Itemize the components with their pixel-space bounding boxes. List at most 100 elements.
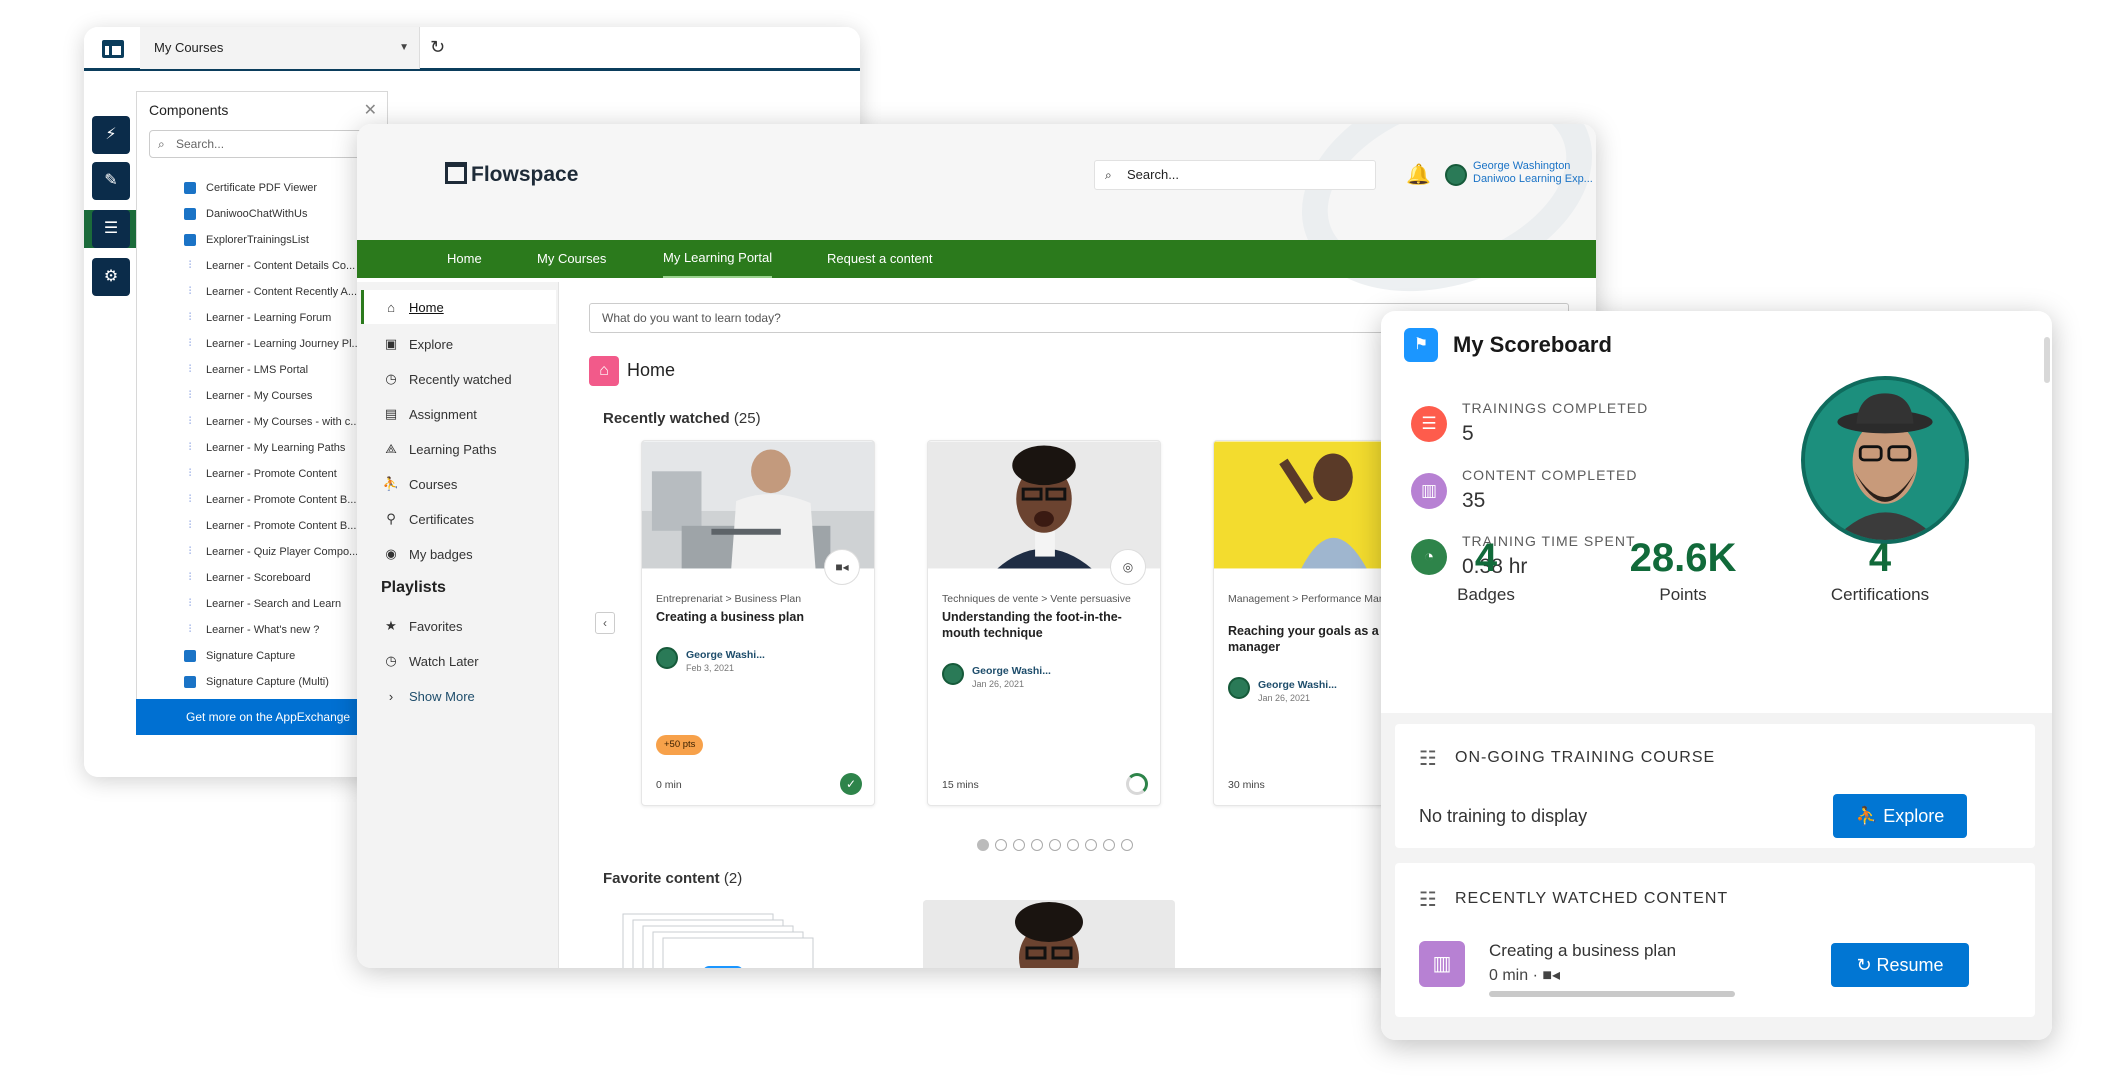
carousel-dot[interactable] bbox=[1013, 839, 1025, 851]
recently-watched-title: Recently watched bbox=[603, 410, 730, 427]
certifications-count: 4 bbox=[1868, 536, 1892, 580]
card-title[interactable]: Understanding the foot-in-the-mouth tech… bbox=[942, 609, 1147, 641]
nav-request-content[interactable]: Request a content bbox=[827, 240, 933, 278]
brand-logo[interactable]: Flowspace bbox=[445, 162, 578, 187]
points-label: Points bbox=[1659, 585, 1707, 604]
carousel-dot[interactable] bbox=[995, 839, 1007, 851]
carousel-dot[interactable] bbox=[977, 839, 989, 851]
scrollbar[interactable] bbox=[2044, 337, 2050, 383]
bars-icon: ⫶ bbox=[188, 494, 192, 505]
carousel-dot[interactable] bbox=[1049, 839, 1061, 851]
navigation-icon[interactable]: ☰ bbox=[84, 210, 138, 248]
avatar bbox=[1801, 376, 1969, 544]
recent-item-title[interactable]: Creating a business plan bbox=[1489, 941, 1676, 961]
check-icon: ✓ bbox=[840, 773, 862, 795]
bars-icon: ⫶ bbox=[188, 442, 192, 453]
sidebar-item-learning-paths[interactable]: ⟁ Learning Paths bbox=[381, 439, 496, 459]
card-author[interactable]: George Washi... bbox=[1258, 679, 1337, 691]
list-icon: ☷ bbox=[1419, 748, 1437, 770]
card-author[interactable]: George Washi... bbox=[972, 665, 1051, 677]
components-title: Components bbox=[149, 102, 229, 118]
content-card[interactable]: ◎ Techniques de vente > Vente persuasive… bbox=[927, 440, 1161, 806]
brand-logo-text: Flowspace bbox=[471, 163, 579, 186]
favorite-thumbnail[interactable] bbox=[923, 900, 1175, 968]
playlists-heading: Playlists bbox=[381, 579, 446, 596]
recently-watched-count: (25) bbox=[733, 410, 761, 427]
bars-icon: ⫶ bbox=[188, 546, 192, 557]
scoreboard-title: My Scoreboard bbox=[1453, 332, 1612, 357]
explore-button-label: Explore bbox=[1883, 806, 1945, 826]
appexchange-link[interactable]: Get more on the AppExchange bbox=[136, 699, 388, 735]
sidebar-item-home[interactable]: ⌂ Home bbox=[361, 290, 556, 324]
refresh-icon[interactable]: ↻ bbox=[430, 37, 445, 58]
carousel-dot[interactable] bbox=[1031, 839, 1043, 851]
sidebar-item-label: Assignment bbox=[409, 406, 477, 422]
global-search-input[interactable]: ⌕ Search... bbox=[1094, 160, 1376, 190]
close-icon[interactable]: ✕ bbox=[364, 100, 377, 120]
separator-dot: · bbox=[1532, 967, 1543, 984]
builder-toolbar: My Courses ▼ ↻ bbox=[84, 27, 860, 71]
bell-icon[interactable]: 🔔 bbox=[1406, 162, 1431, 187]
carousel-dot[interactable] bbox=[1067, 839, 1079, 851]
card-date: Jan 26, 2021 bbox=[972, 679, 1025, 689]
sidebar-item-label: Explore bbox=[409, 336, 454, 352]
sidebar-item-recently-watched[interactable]: ◷ Recently watched bbox=[381, 369, 511, 389]
nav-my-courses[interactable]: My Courses bbox=[537, 240, 606, 278]
resume-icon: ↻ bbox=[1856, 955, 1877, 975]
user-menu[interactable]: George Washington Daniwoo Learning Exp..… bbox=[1473, 160, 1595, 186]
content-icon: ▥ bbox=[1419, 941, 1465, 987]
bars-icon: ⫶ bbox=[188, 312, 192, 323]
stat-label: CONTENT COMPLETED bbox=[1462, 467, 1638, 483]
resume-button[interactable]: ↻ Resume bbox=[1831, 943, 1969, 987]
component-label: Learner - Promote Content B... bbox=[206, 520, 357, 532]
show-more-link[interactable]: › Show More bbox=[381, 686, 475, 706]
sidebar-item-assignment[interactable]: ▤ Assignment bbox=[381, 404, 477, 424]
component-label: Learner - Content Recently A... bbox=[206, 286, 358, 298]
sidebar-item-label: Home bbox=[409, 299, 444, 315]
lightning-icon bbox=[184, 182, 196, 194]
learning-paths-icon: ⟁ bbox=[385, 441, 397, 456]
web-icon: ◎ bbox=[1110, 549, 1146, 585]
carousel-pagination bbox=[977, 838, 1139, 856]
carousel-dot[interactable] bbox=[1103, 839, 1115, 851]
card-author[interactable]: George Washi... bbox=[686, 649, 765, 661]
carousel-dot[interactable] bbox=[1085, 839, 1097, 851]
learn-search-placeholder: What do you want to learn today? bbox=[602, 311, 781, 325]
explore-button[interactable]: ⛹ Explore bbox=[1833, 794, 1967, 838]
content-card[interactable]: ■◂ Entreprenariat > Business Plan Creati… bbox=[641, 440, 875, 806]
favorite-thumbnail[interactable] bbox=[603, 900, 853, 968]
brush-icon[interactable]: ✎ bbox=[92, 162, 130, 200]
carousel-dot[interactable] bbox=[1121, 839, 1133, 851]
layout-icon[interactable] bbox=[102, 40, 124, 58]
component-label: Signature Capture bbox=[206, 650, 296, 662]
author-avatar bbox=[942, 663, 964, 685]
favorite-content-title: Favorite content bbox=[603, 870, 720, 887]
component-label: Learner - Promote Content B... bbox=[206, 494, 357, 506]
component-label: Certificate PDF Viewer bbox=[206, 182, 318, 194]
nav-my-learning-portal[interactable]: My Learning Portal bbox=[663, 240, 773, 278]
components-search-input[interactable]: ⌕ Search... bbox=[149, 130, 389, 158]
points-badge: +50 pts bbox=[656, 735, 704, 755]
gear-icon[interactable]: ⚙ bbox=[92, 258, 130, 296]
stat-value: 5 bbox=[1462, 422, 1474, 445]
progress-ring-icon bbox=[1126, 773, 1148, 795]
sidebar-item-courses[interactable]: ⛹ Courses bbox=[381, 474, 458, 494]
sidebar-item-watch-later[interactable]: ◷ Watch Later bbox=[381, 651, 478, 671]
sidebar-item-my-badges[interactable]: ◉ My badges bbox=[381, 544, 472, 564]
search-icon: ⌕ bbox=[158, 137, 165, 151]
nav-home[interactable]: Home bbox=[447, 240, 482, 278]
sidebar-item-certificates[interactable]: ⚲ Certificates bbox=[381, 509, 474, 529]
recent-item-duration: 0 min bbox=[1489, 967, 1529, 984]
search-icon: ⌕ bbox=[1105, 168, 1112, 182]
component-label: Learner - What's new ? bbox=[206, 624, 320, 636]
page-select[interactable]: My Courses ▼ bbox=[140, 27, 420, 69]
sidebar-item-explore[interactable]: ▣ Explore bbox=[381, 334, 453, 354]
user-avatar[interactable] bbox=[1445, 164, 1467, 186]
home-icon: ⌂ bbox=[589, 356, 619, 386]
bars-icon: ⫶ bbox=[188, 390, 192, 401]
sidebar-item-favorites[interactable]: ★ Favorites bbox=[381, 616, 462, 636]
card-title[interactable]: Creating a business plan bbox=[656, 609, 861, 625]
carousel-prev-button[interactable]: ‹ bbox=[595, 612, 615, 634]
bars-icon: ⫶ bbox=[188, 364, 192, 375]
lightning-icon[interactable]: ⚡ bbox=[92, 116, 130, 154]
